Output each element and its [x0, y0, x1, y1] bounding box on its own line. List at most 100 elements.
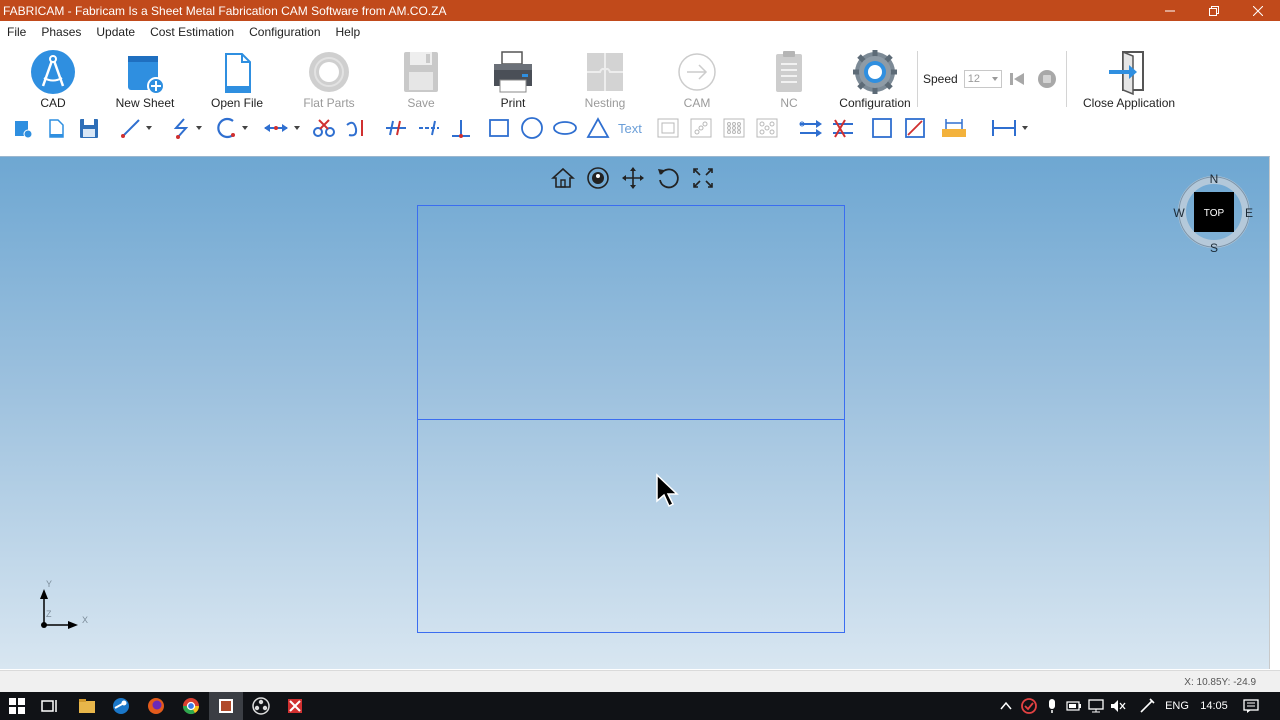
- tray-pen[interactable]: [1136, 692, 1158, 720]
- tool-pattern-diagonal[interactable]: [689, 116, 713, 140]
- tool-pattern-square[interactable]: [656, 116, 680, 140]
- close-application-button[interactable]: Close Application: [1083, 46, 1175, 110]
- line-icon: [121, 119, 140, 138]
- taskbar-fabricam[interactable]: [209, 692, 243, 720]
- tool-remove-transfer[interactable]: [831, 116, 857, 140]
- tool-offset[interactable]: [417, 116, 441, 140]
- fit-extents-button[interactable]: [688, 163, 717, 193]
- new-sheet-button[interactable]: New Sheet: [100, 46, 190, 110]
- menu-file[interactable]: File: [0, 25, 34, 39]
- menu-update[interactable]: Update: [89, 25, 143, 39]
- tool-open[interactable]: [45, 116, 67, 140]
- tool-line[interactable]: [120, 116, 152, 140]
- open-file-label: Open File: [210, 96, 264, 110]
- tool-new[interactable]: [12, 116, 34, 140]
- taskbar-chrome[interactable]: [174, 692, 208, 720]
- configuration-button[interactable]: Configuration: [830, 46, 920, 110]
- transfer-icon: [799, 120, 822, 137]
- tray-clock[interactable]: 14:05: [1196, 692, 1232, 720]
- tool-pattern-grid[interactable]: [722, 116, 746, 140]
- menu-cost-estimation[interactable]: Cost Estimation: [143, 25, 242, 39]
- rotate-icon: [657, 168, 679, 189]
- steam-icon: [113, 698, 129, 714]
- print-button[interactable]: Print: [468, 46, 558, 110]
- viewcube[interactable]: TOP N S W E: [1170, 172, 1258, 260]
- tray-microphone[interactable]: [1042, 692, 1062, 720]
- axis-triad: Y X Z: [40, 579, 88, 629]
- rotate-button[interactable]: [653, 163, 682, 193]
- tool-save[interactable]: [78, 116, 100, 140]
- cad-button[interactable]: CAD: [8, 46, 98, 110]
- cam-button[interactable]: CAM: [652, 46, 742, 110]
- view-navigation: [548, 163, 717, 193]
- tool-frame[interactable]: [871, 116, 893, 140]
- tool-polyline[interactable]: [170, 116, 202, 140]
- orbit-button[interactable]: [583, 163, 612, 193]
- minimize-button[interactable]: [1148, 0, 1192, 21]
- speed-select[interactable]: 12: [963, 70, 1002, 88]
- tray-antivirus[interactable]: [1018, 692, 1040, 720]
- start-button[interactable]: [0, 692, 34, 720]
- tool-text[interactable]: Text: [618, 116, 642, 140]
- speed-label: Speed: [923, 72, 958, 86]
- tool-extend[interactable]: [384, 116, 408, 140]
- restore-button[interactable]: [1192, 0, 1236, 21]
- toolbar-separator: [1066, 51, 1067, 107]
- chevron-down-icon: [146, 126, 152, 130]
- home-view-button[interactable]: [548, 163, 577, 193]
- menu-configuration[interactable]: Configuration: [242, 25, 328, 39]
- flat-parts-button[interactable]: Flat Parts: [284, 46, 374, 110]
- tray-network[interactable]: [1086, 692, 1106, 720]
- chevron-down-icon: [1022, 126, 1028, 130]
- home-icon: [550, 167, 575, 188]
- speed-control: Speed 12: [923, 69, 1057, 89]
- taskbar-file-explorer[interactable]: [70, 692, 104, 720]
- menu-phases[interactable]: Phases: [34, 25, 89, 39]
- tool-perpendicular[interactable]: [450, 116, 472, 140]
- file-explorer-icon: [79, 699, 95, 713]
- chrome-icon: [182, 698, 200, 715]
- tool-pattern-cross[interactable]: [755, 116, 779, 140]
- orbit-icon: [586, 167, 609, 189]
- cad-viewport[interactable]: TOP N S W E Y X Z: [0, 156, 1270, 669]
- tool-break[interactable]: [344, 116, 368, 140]
- task-view-button[interactable]: [33, 692, 67, 720]
- taskbar-obs[interactable]: [244, 692, 278, 720]
- step-back-icon[interactable]: [1007, 70, 1027, 88]
- taskbar-game[interactable]: [278, 692, 312, 720]
- taskbar-steam[interactable]: [104, 692, 138, 720]
- tool-ellipse[interactable]: [552, 116, 578, 140]
- close-button[interactable]: [1236, 0, 1280, 21]
- title-bar: FABRICAM - Fabricam Is a Sheet Metal Fab…: [0, 0, 1280, 21]
- tool-arc[interactable]: [216, 116, 248, 140]
- tool-dimension[interactable]: [262, 116, 300, 140]
- save-button[interactable]: Save: [376, 46, 466, 110]
- tool-transfer[interactable]: [798, 116, 824, 140]
- tool-circle[interactable]: [520, 116, 544, 140]
- tray-volume[interactable]: [1108, 692, 1128, 720]
- tool-trim[interactable]: [312, 116, 336, 140]
- cam-label: CAM: [683, 96, 711, 110]
- remove-transfer-icon: [833, 119, 853, 138]
- tool-measure[interactable]: [940, 116, 968, 140]
- tray-show-hidden[interactable]: [996, 692, 1016, 720]
- tool-frame-diagonal[interactable]: [904, 116, 926, 140]
- menu-help[interactable]: Help: [329, 25, 369, 39]
- sheet-outline[interactable]: [417, 205, 845, 633]
- tray-notifications[interactable]: [1238, 692, 1264, 720]
- pan-button[interactable]: [618, 163, 647, 193]
- stop-icon[interactable]: [1037, 69, 1057, 89]
- save-label: Save: [407, 96, 435, 110]
- battery-icon: [1066, 701, 1081, 711]
- task-view-icon: [41, 700, 57, 712]
- tool-ruler[interactable]: [990, 116, 1028, 140]
- nesting-button[interactable]: Nesting: [560, 46, 650, 110]
- tray-battery[interactable]: [1064, 692, 1084, 720]
- tool-rectangle[interactable]: [488, 116, 510, 140]
- nc-button[interactable]: NC: [744, 46, 834, 110]
- tool-triangle[interactable]: [586, 116, 610, 140]
- pan-icon: [621, 167, 644, 189]
- open-file-button[interactable]: Open File: [192, 46, 282, 110]
- tray-language[interactable]: ENG: [1160, 692, 1194, 720]
- taskbar-firefox[interactable]: [139, 692, 173, 720]
